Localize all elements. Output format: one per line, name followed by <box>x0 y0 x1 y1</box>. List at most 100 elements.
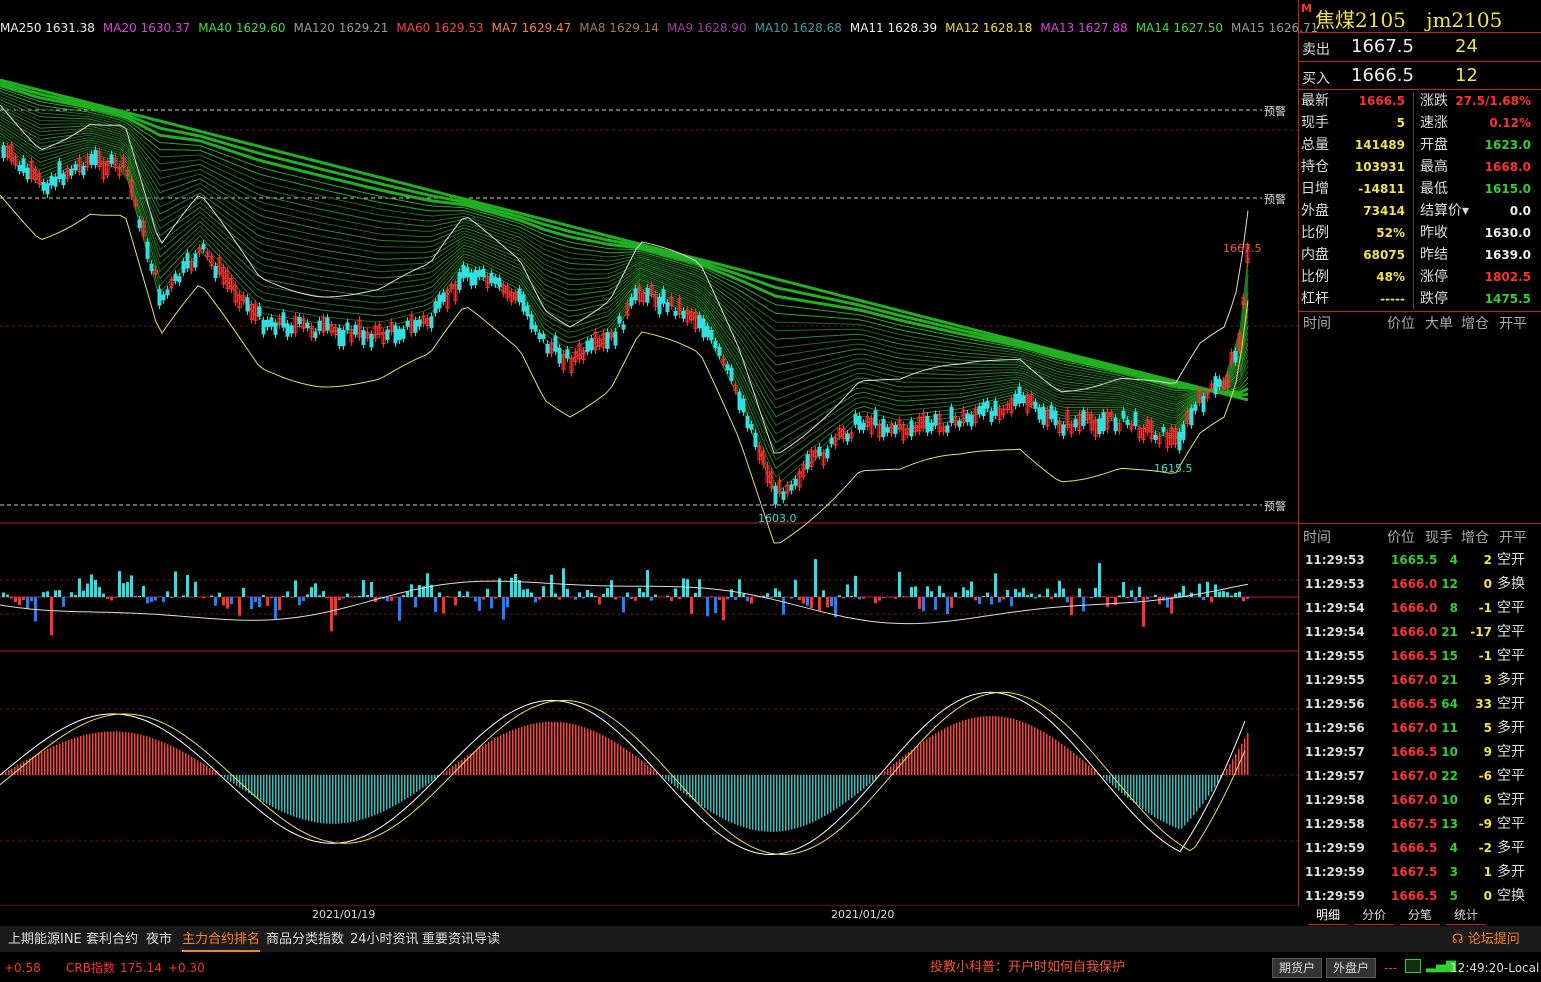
tick-cell-d: 9 <box>1483 745 1492 759</box>
tick-row[interactable]: 11:29:55 1666.5 15 -1 空平 <box>1299 644 1541 668</box>
macd-bar <box>542 722 544 775</box>
buy-price: 1666.5 <box>1351 65 1414 86</box>
headset-icon: ☊ <box>1452 932 1468 947</box>
detail-tab[interactable]: 统计 <box>1446 906 1487 925</box>
foreign-account-button[interactable]: 外盘户 <box>1326 958 1377 978</box>
tick-row[interactable]: 11:29:59 1667.5 3 1 多开 <box>1299 860 1541 884</box>
forum-link[interactable]: ☊ 论坛提问 <box>1452 930 1520 950</box>
macd-bar <box>1145 775 1147 812</box>
futures-account-button[interactable]: 期货户 <box>1272 958 1323 978</box>
macd-bar <box>644 762 646 775</box>
candle-body <box>1021 395 1026 404</box>
bottom-tab[interactable]: 商品分类指数 <box>266 930 344 950</box>
tick-list[interactable]: 11:29:53 1665.5 4 2 空开 11:29:53 1666.0 12 0 多换 11:… <box>1299 548 1541 906</box>
stat-value: 1630.0 <box>1484 226 1531 240</box>
tick-cell-p: 1666.0 <box>1391 625 1438 639</box>
macd-bar <box>422 775 424 788</box>
macd-bar <box>716 775 718 816</box>
tick-cell-v: 10 <box>1441 745 1458 759</box>
volume-bar <box>266 597 269 607</box>
macd-bar <box>1205 775 1207 800</box>
macd-bar <box>1172 775 1174 827</box>
tick-row[interactable]: 11:29:59 1666.5 5 0 空换 <box>1299 884 1541 908</box>
tick-row[interactable]: 11:29:57 1666.5 10 9 空开 <box>1299 740 1541 764</box>
tick-cell-p: 1666.5 <box>1391 649 1438 663</box>
stat-label[interactable]: 结算价▾ <box>1420 200 1469 222</box>
macd-bar <box>338 775 340 824</box>
candle-body <box>165 289 170 296</box>
bottom-tab[interactable]: 重要资讯导读 <box>422 930 500 950</box>
tick-row[interactable]: 11:29:57 1667.0 22 -6 空平 <box>1299 764 1541 788</box>
index-name[interactable]: CRB指数 <box>66 960 115 976</box>
macd-bar <box>47 748 49 775</box>
bottom-tab[interactable]: 夜市 <box>146 930 172 950</box>
tick-row[interactable]: 11:29:58 1667.5 13 -9 空平 <box>1299 812 1541 836</box>
detail-tab[interactable]: 分价 <box>1354 906 1395 925</box>
tick-row[interactable]: 11:29:58 1667.0 10 6 空开 <box>1299 788 1541 812</box>
volume-bar <box>338 597 341 601</box>
sell-quote-row[interactable]: 卖出 1667.5 24 <box>1299 33 1541 61</box>
detail-tab[interactable]: 分笔 <box>1400 906 1441 925</box>
bottom-tab[interactable]: 主力合约排名 <box>182 930 261 952</box>
stat-label: 涨跌 <box>1420 93 1448 109</box>
macd-bar <box>83 735 85 775</box>
detail-tab[interactable]: 明细 <box>1308 906 1349 925</box>
tick-row[interactable]: 11:29:55 1667.0 21 3 多开 <box>1299 668 1541 692</box>
stat-row: 比例 48% <box>1301 266 1405 288</box>
macd-bar <box>821 775 823 818</box>
detail-tabs[interactable]: 明细 分价 分笔 统计 <box>1298 906 1541 925</box>
candle-body <box>213 265 218 279</box>
macd-bar <box>1157 775 1159 819</box>
tick-row[interactable]: 11:29:53 1666.0 12 0 多换 <box>1299 572 1541 596</box>
candle-body <box>173 273 178 282</box>
tick-row[interactable]: 11:29:56 1667.0 11 5 多开 <box>1299 716 1541 740</box>
macd-bar <box>515 728 517 775</box>
macd-bar <box>1202 775 1204 804</box>
bottom-tab[interactable]: 套利合约 <box>86 930 138 950</box>
macd-bar <box>365 775 367 819</box>
stat-row: 现手 5 <box>1301 112 1405 134</box>
macd-bar <box>1064 746 1066 775</box>
bottom-tab[interactable]: 上期能源INE <box>8 930 82 950</box>
volume-bar <box>878 597 881 601</box>
volume-bar <box>826 597 829 608</box>
volume-bar <box>1230 595 1233 597</box>
volume-bar <box>610 580 613 597</box>
macd-bar <box>371 775 373 817</box>
notice-link[interactable]: 投教小科普：开户时如何自我保护 <box>930 960 1125 976</box>
volume-bar <box>474 597 477 602</box>
kline-chart-area[interactable]: MA250 1631.38 MA20 1630.37 MA40 1629.60 MA1… <box>0 0 1318 921</box>
big-order-header: 时间 价位 大单 增仓 开平 <box>1299 313 1541 333</box>
tick-row[interactable]: 11:29:59 1666.5 4 -2 多平 <box>1299 836 1541 860</box>
volume-bar <box>202 597 205 599</box>
tick-cell-p: 1667.0 <box>1391 793 1438 807</box>
tick-row[interactable]: 11:29:56 1666.5 64 33 空开 <box>1299 692 1541 716</box>
macd-bar <box>296 775 298 818</box>
volume-bar <box>918 597 921 609</box>
instrument-title[interactable]: 焦煤2105 jm2105 <box>1315 4 1502 33</box>
macd-bar <box>533 723 535 775</box>
tick-cell-p: 1667.0 <box>1391 769 1438 783</box>
macd-bar <box>143 735 145 775</box>
macd-bar <box>578 725 580 775</box>
buy-quote-row[interactable]: 买入 1666.5 12 <box>1299 62 1541 90</box>
volume-bar <box>914 586 917 597</box>
tick-row[interactable]: 11:29:54 1666.0 21 -17 空平 <box>1299 620 1541 644</box>
volume-bar <box>930 591 933 597</box>
macd-bar <box>911 749 913 775</box>
kline-svg[interactable] <box>0 0 1298 906</box>
monitor-icon[interactable] <box>1405 959 1421 973</box>
ma-line <box>0 129 1249 435</box>
tick-cell-d: 5 <box>1483 721 1492 735</box>
bottom-tab[interactable]: 24小时资讯 <box>350 930 419 950</box>
volume-bar <box>818 597 821 611</box>
buy-label: 买入 <box>1302 71 1330 87</box>
candle-body <box>965 413 970 423</box>
ma-line <box>0 132 1249 444</box>
tick-row[interactable]: 11:29:53 1665.5 4 2 空开 <box>1299 548 1541 572</box>
volume-bar <box>1050 597 1053 600</box>
candle-body <box>405 320 410 327</box>
macd-bar <box>1094 770 1096 775</box>
macd-bar <box>755 775 757 831</box>
tick-row[interactable]: 11:29:54 1666.0 8 -1 空平 <box>1299 596 1541 620</box>
